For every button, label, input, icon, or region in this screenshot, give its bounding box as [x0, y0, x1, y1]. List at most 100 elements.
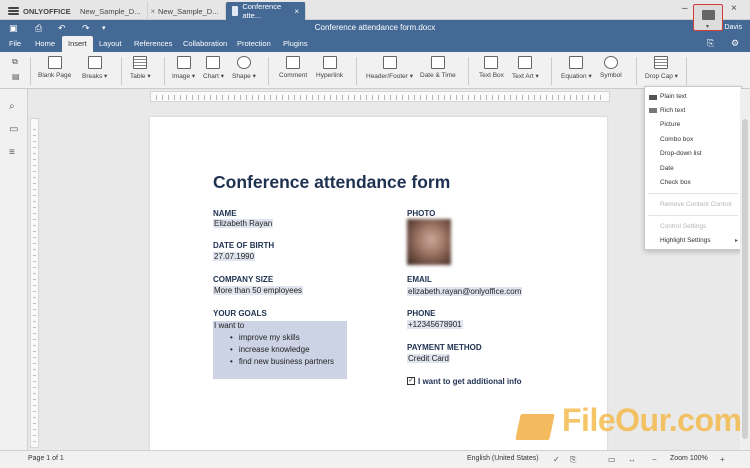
menu-item-plain-text[interactable]: Plain text: [660, 93, 687, 100]
label: Header/Footer: [366, 73, 408, 80]
horizontal-ruler[interactable]: [150, 91, 610, 102]
additional-info-label: I want to get additional info: [418, 377, 522, 386]
goals-intro: I want to: [214, 321, 245, 330]
comments-icon[interactable]: ▭: [9, 125, 19, 135]
watermark-text: FileOur.com: [562, 402, 742, 438]
symbol-button[interactable]: Symbol: [600, 56, 622, 79]
tab-plugins[interactable]: Plugins: [277, 36, 314, 52]
vertical-ruler[interactable]: [30, 118, 39, 448]
menu-item-picture[interactable]: Picture: [660, 121, 680, 128]
text-box-button[interactable]: Text Box: [479, 56, 504, 79]
search-icon[interactable]: ⌕: [9, 102, 19, 112]
image-button[interactable]: Image ▾: [172, 56, 195, 80]
label: Text Art: [512, 73, 534, 80]
blank-page-button[interactable]: Blank Page: [38, 56, 71, 79]
minimize-icon[interactable]: –: [682, 3, 688, 14]
navigation-icon[interactable]: ≡: [9, 148, 19, 158]
language-selector[interactable]: English (United States): [467, 455, 539, 462]
chart-button[interactable]: Chart ▾: [203, 56, 224, 80]
paste-icon[interactable]: ▤: [12, 72, 22, 82]
menu-item-control-settings[interactable]: Control Settings: [660, 223, 706, 230]
tab-file[interactable]: File: [3, 36, 27, 52]
company-size-label: COMPANY SIZE: [213, 275, 274, 284]
close-tab-icon[interactable]: ×: [294, 7, 299, 16]
tab-collaboration[interactable]: Collaboration: [177, 36, 233, 52]
menu-bar: File Home Insert Layout References Colla…: [0, 36, 750, 52]
chevron-right-icon: ▸: [735, 238, 739, 244]
tab-home[interactable]: Home: [29, 36, 61, 52]
company-size-field[interactable]: More than 50 employees: [213, 286, 304, 295]
tab-label: New_Sample_D...: [80, 6, 141, 16]
open-location-icon[interactable]: ⎘: [707, 38, 714, 49]
tab-protection[interactable]: Protection: [231, 36, 277, 52]
vertical-scrollbar[interactable]: [740, 89, 750, 450]
additional-info-checkbox[interactable]: ✓: [407, 377, 415, 385]
menu-item-date[interactable]: Date: [660, 165, 674, 172]
tab-doc-active[interactable]: Conference atte... ×: [226, 2, 306, 20]
label: Image: [172, 73, 191, 80]
equation-button[interactable]: Equation ▾: [561, 56, 592, 80]
tab-layout[interactable]: Layout: [93, 36, 128, 52]
tab-doc-2[interactable]: New_Sample_D... ×: [148, 2, 233, 20]
track-changes-icon[interactable]: ⎘: [570, 455, 576, 465]
spellcheck-icon[interactable]: ✓: [553, 455, 560, 464]
label: Table: [130, 73, 146, 80]
name-field[interactable]: Elizabeth Rayan: [213, 219, 274, 228]
list-item: increase knowledge: [230, 344, 334, 356]
photo-field[interactable]: [407, 219, 451, 265]
tab-references[interactable]: References: [128, 36, 178, 52]
zoom-in-icon[interactable]: +: [720, 455, 725, 464]
menu-item-drop-down-list[interactable]: Drop-down list: [660, 150, 702, 157]
content-controls-menu: Plain text Rich text Picture Combo box D…: [644, 86, 742, 250]
menu-item-check-box[interactable]: Check box: [660, 179, 691, 186]
menu-item-combo-box[interactable]: Combo box: [660, 136, 693, 143]
label: Equation: [561, 73, 587, 80]
blank-page-icon: [47, 56, 62, 69]
breaks-icon: [87, 56, 102, 69]
label: Text Box: [479, 72, 504, 79]
hyperlink-icon: [322, 56, 337, 69]
close-window-icon[interactable]: ×: [731, 3, 737, 14]
page-indicator[interactable]: Page 1 of 1: [28, 455, 64, 462]
menu-item-highlight-settings[interactable]: Highlight Settings: [660, 237, 711, 244]
copy-icon[interactable]: ⧉: [12, 57, 22, 67]
fit-page-icon[interactable]: ▭: [608, 455, 616, 464]
comment-button[interactable]: Comment: [279, 56, 307, 79]
fit-width-icon[interactable]: ↔: [628, 455, 636, 464]
phone-label: PHONE: [407, 309, 436, 318]
app-tab-onlyoffice[interactable]: ONLYOFFICE: [2, 2, 77, 20]
tab-label: ONLYOFFICE: [23, 6, 71, 16]
phone-field[interactable]: +12345678901: [407, 320, 463, 329]
content-controls-button[interactable]: ▾: [693, 4, 723, 31]
document-heading: Conference attendance form: [213, 172, 451, 192]
rich-text-icon: [649, 108, 657, 113]
label: Drop Cap: [645, 73, 673, 80]
label: Hyperlink: [316, 72, 344, 79]
email-label: EMAIL: [407, 275, 432, 284]
menu-item-rich-text[interactable]: Rich text: [660, 107, 685, 114]
breaks-button[interactable]: Breaks ▾: [82, 56, 107, 80]
email-field[interactable]: elizabeth.rayan@onlyoffice.com: [407, 287, 523, 296]
goals-field[interactable]: I want to improve my skills increase kno…: [213, 321, 347, 379]
view-settings-icon[interactable]: ⚙: [731, 38, 739, 49]
zoom-out-icon[interactable]: −: [652, 455, 657, 464]
menu-item-remove-control[interactable]: Remove Content Control: [660, 201, 732, 208]
payment-field[interactable]: Credit Card: [407, 354, 450, 363]
date-time-button[interactable]: Date & Time: [420, 56, 456, 79]
list-item: find new business partners: [230, 356, 334, 368]
scrollbar-thumb[interactable]: [742, 119, 748, 439]
tab-doc-1[interactable]: New_Sample_D... ×: [70, 2, 155, 20]
hyperlink-button[interactable]: Hyperlink: [316, 56, 343, 79]
header-footer-icon: [382, 56, 397, 69]
tab-insert[interactable]: Insert: [62, 36, 93, 52]
text-art-button[interactable]: Text Art ▾: [512, 56, 539, 80]
fileour-logo-icon: [515, 414, 555, 440]
header-footer-button[interactable]: Header/Footer ▾: [366, 56, 413, 80]
shape-button[interactable]: Shape ▾: [232, 56, 256, 80]
drop-cap-button[interactable]: Drop Cap ▾: [645, 56, 678, 80]
goals-list: improve my skills increase knowledge fin…: [230, 332, 334, 368]
table-button[interactable]: Table ▾: [130, 56, 151, 80]
chart-icon: [206, 56, 221, 69]
dob-label: DATE OF BIRTH: [213, 241, 275, 250]
dob-field[interactable]: 27.07.1990: [213, 252, 256, 261]
